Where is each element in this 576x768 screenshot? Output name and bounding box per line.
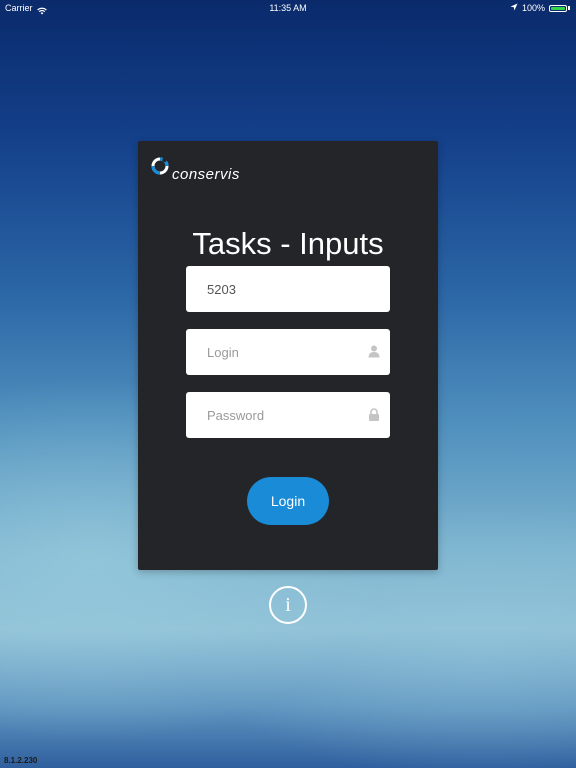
- password-field[interactable]: [186, 392, 390, 438]
- login-field[interactable]: [186, 329, 390, 375]
- conservis-logo-mark-icon: [150, 155, 172, 177]
- account-input[interactable]: [186, 266, 390, 312]
- password-input[interactable]: [186, 392, 390, 438]
- info-icon[interactable]: i: [269, 586, 307, 624]
- status-time: 11:35 AM: [269, 3, 307, 13]
- page-title: Tasks - Inputs: [192, 226, 384, 261]
- battery-fill: [551, 6, 565, 10]
- lock-icon: [368, 408, 380, 421]
- status-bar: Carrier 11:35 AM 100%: [0, 0, 576, 16]
- account-field[interactable]: [186, 266, 390, 312]
- status-right: 100%: [510, 0, 570, 16]
- location-arrow-icon: [510, 0, 518, 16]
- conservis-logo: conservis: [150, 155, 240, 183]
- logo-text: conservis: [172, 166, 240, 183]
- login-card: conservis Tasks - Inputs Login: [138, 141, 438, 570]
- user-icon: [368, 345, 380, 358]
- login-button[interactable]: Login: [247, 477, 329, 525]
- battery-icon: [549, 4, 567, 12]
- battery-percent: 100%: [521, 3, 545, 13]
- login-input[interactable]: [186, 329, 390, 375]
- version-label: 8.1.2.230: [4, 756, 38, 765]
- battery-tip: [568, 6, 570, 10]
